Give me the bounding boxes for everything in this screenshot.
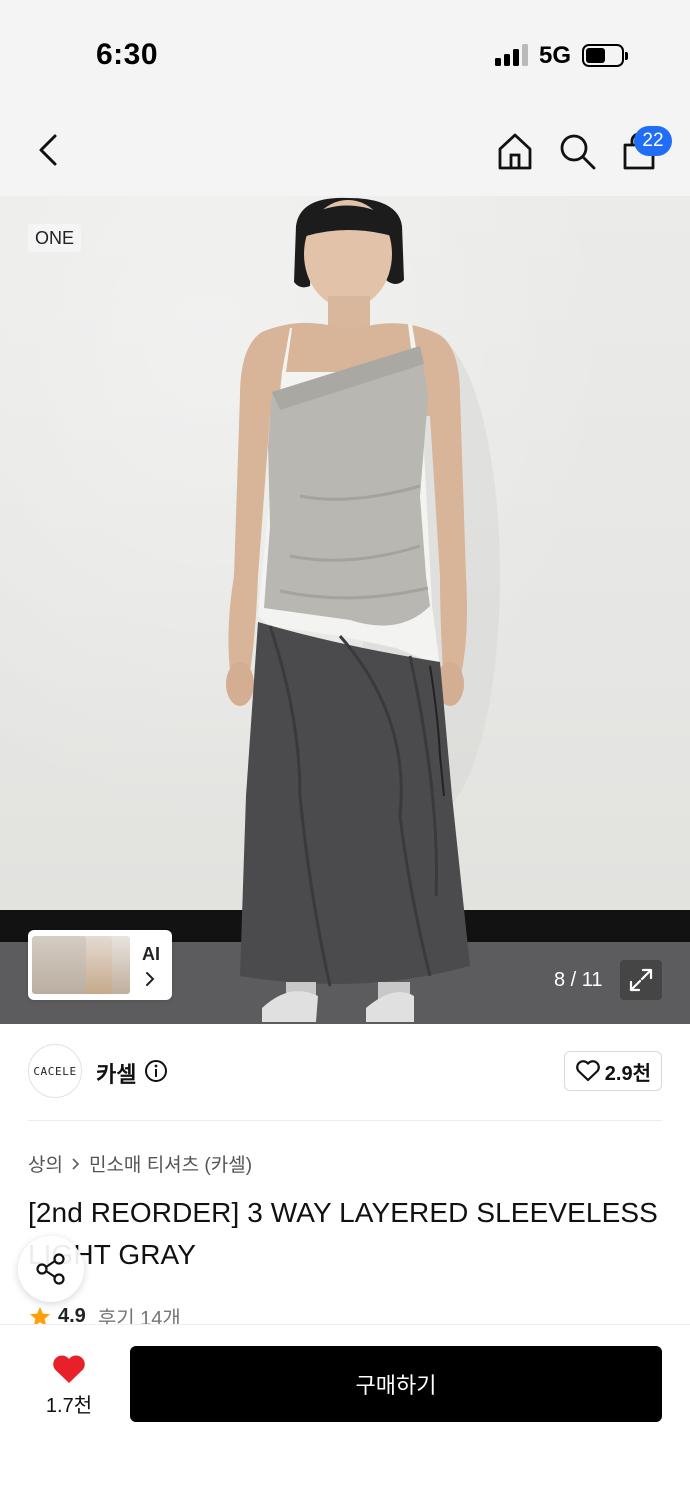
- divider: [28, 1120, 662, 1121]
- share-button[interactable]: [18, 1236, 84, 1302]
- image-page-indicator: 8 / 11: [554, 968, 603, 991]
- info-icon[interactable]: [144, 1059, 168, 1083]
- heart-outline-icon: [575, 1060, 600, 1082]
- wishlist-count: 1.7천: [45, 1395, 93, 1417]
- share-icon: [36, 1253, 65, 1285]
- top-nav: [0, 100, 690, 196]
- home-button[interactable]: [492, 128, 538, 174]
- cart-count-badge: 22: [634, 126, 672, 156]
- expand-image-button[interactable]: [620, 960, 662, 1000]
- network-type: 5G: [539, 42, 572, 69]
- chevron-right-icon: [146, 972, 155, 986]
- status-time: 6:30: [96, 38, 159, 71]
- style-thumbnail: [32, 936, 86, 994]
- battery-icon: [582, 44, 628, 67]
- chevron-right-icon: [72, 1157, 80, 1170]
- search-icon: [560, 134, 596, 170]
- home-icon: [498, 133, 532, 170]
- brand-like-button[interactable]: 2.9천: [563, 1051, 662, 1091]
- brand-like-count: 2.9천: [604, 1062, 651, 1085]
- buy-button[interactable]: 구매하기: [130, 1346, 662, 1422]
- breadcrumb-category[interactable]: 상의: [28, 1150, 63, 1177]
- brand-logo[interactable]: CACELE: [28, 1044, 82, 1098]
- expand-icon: [629, 968, 653, 992]
- search-button[interactable]: [554, 128, 600, 174]
- wishlist-button[interactable]: 1.7천: [34, 1353, 104, 1423]
- signal-icon: [495, 44, 529, 66]
- heart-filled-icon: [53, 1355, 85, 1383]
- product-title: [2nd REORDER] 3 WAY LAYERED SLEEVELESS L…: [28, 1197, 658, 1270]
- brand-name[interactable]: 카셀: [96, 1057, 136, 1089]
- breadcrumb: 상의 민소매 티셔츠 (카셀): [28, 1150, 252, 1177]
- back-button[interactable]: [26, 128, 70, 172]
- chevron-left-icon: [39, 134, 57, 166]
- ai-styling-button[interactable]: AI: [28, 930, 172, 1000]
- brand-row: CACELE 카셀 2.9천: [28, 1044, 662, 1100]
- breadcrumb-subcategory[interactable]: 민소매 티셔츠 (카셀): [89, 1150, 252, 1177]
- product-image-carousel[interactable]: ONE AI 8 / 11: [0, 196, 690, 1024]
- product-photo: [226, 197, 500, 1022]
- status-bar: 6:30 5G: [0, 0, 690, 100]
- size-tag: ONE: [28, 224, 82, 252]
- bottom-action-bar: 1.7천 구매하기: [0, 1324, 690, 1500]
- ai-label: AI: [142, 944, 160, 964]
